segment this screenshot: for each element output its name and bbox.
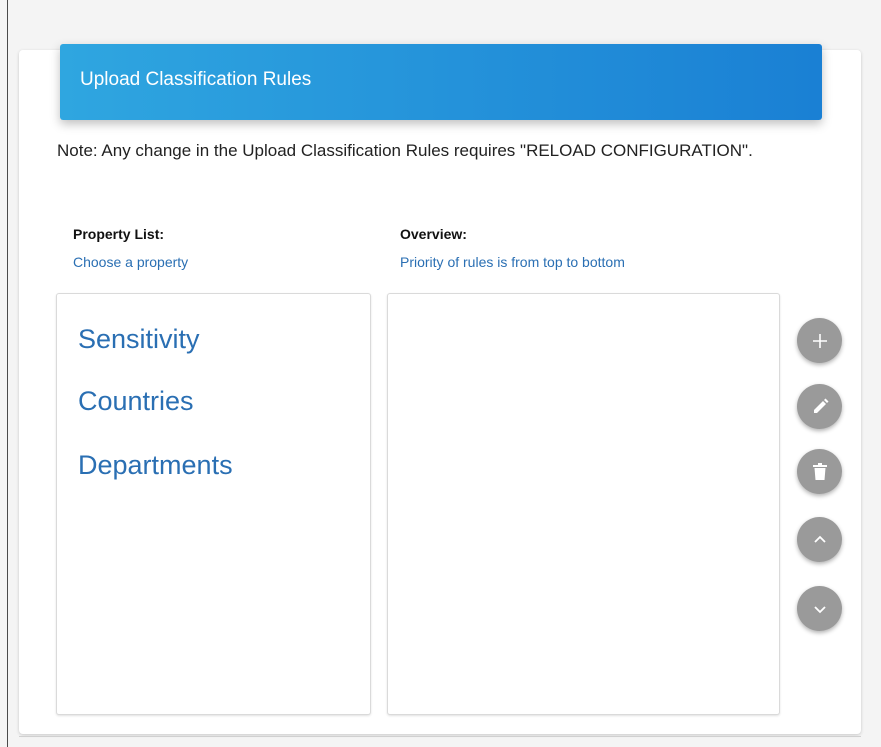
property-list-title: Property List: <box>73 226 165 242</box>
bottom-divider <box>19 736 861 737</box>
chevron-up-icon <box>813 535 826 543</box>
property-item-departments[interactable]: Departments <box>78 450 233 481</box>
property-list-subtitle: Choose a property <box>73 254 189 270</box>
reload-note: Note: Any change in the Upload Classific… <box>57 141 753 160</box>
move-down-button[interactable] <box>797 586 842 631</box>
property-item-sensitivity[interactable]: Sensitivity <box>78 324 200 355</box>
move-up-button[interactable] <box>797 517 842 562</box>
trash-icon <box>812 462 827 480</box>
overview-panel <box>387 293 780 715</box>
add-rule-button[interactable] <box>797 318 842 363</box>
overview-subtitle: Priority of rules is from top to bottom <box>400 254 625 270</box>
window-edge <box>7 0 8 747</box>
overview-title: Overview: <box>400 226 467 242</box>
chevron-down-icon <box>813 605 826 613</box>
card-title: Upload Classification Rules <box>80 69 312 90</box>
edit-rule-button[interactable] <box>797 384 842 429</box>
rules-card: Upload Classification Rules Note: Any ch… <box>19 44 861 734</box>
property-item-countries[interactable]: Countries <box>78 386 194 417</box>
property-list-panel: Sensitivity Countries Departments <box>56 293 371 715</box>
delete-rule-button[interactable] <box>797 449 842 494</box>
pencil-icon <box>813 398 828 413</box>
card-header: Upload Classification Rules <box>60 44 822 120</box>
plus-icon <box>812 333 827 348</box>
